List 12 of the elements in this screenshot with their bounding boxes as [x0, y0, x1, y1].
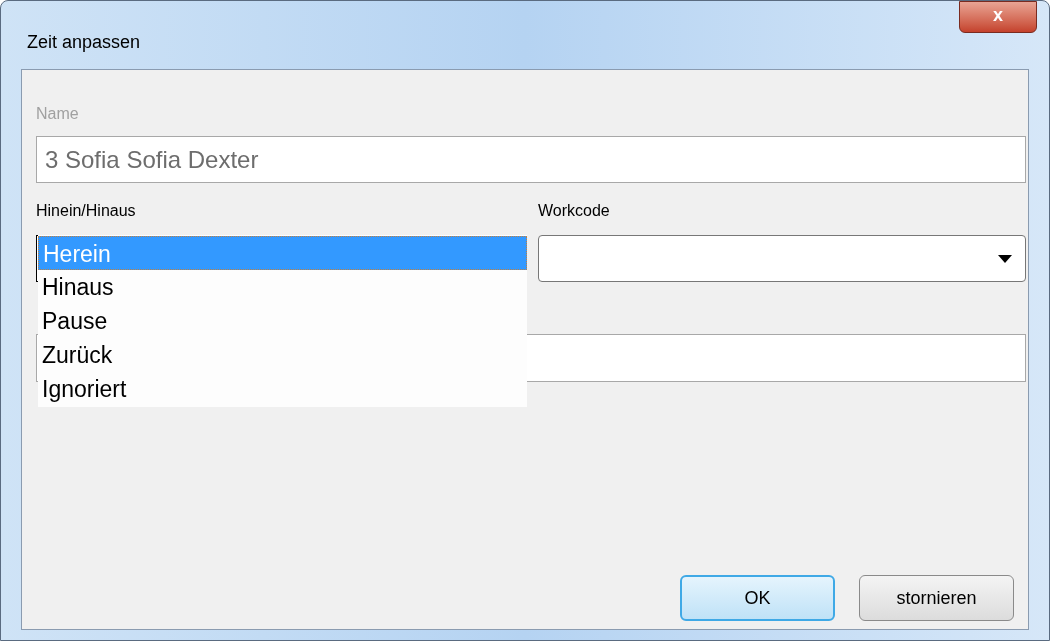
- dropdown-option[interactable]: Ignoriert: [38, 372, 527, 406]
- ok-button[interactable]: OK: [680, 575, 835, 621]
- dropdown-option[interactable]: Pause: [38, 304, 527, 338]
- dropdown-option[interactable]: Hinaus: [38, 270, 527, 304]
- caret-icon: [998, 254, 1012, 263]
- window-title: Zeit anpassen: [27, 31, 141, 54]
- direction-label: Hinein/Hinaus: [36, 201, 137, 221]
- cancel-button[interactable]: stornieren: [859, 575, 1014, 621]
- workcode-label: Workcode: [538, 201, 611, 221]
- dropdown-option[interactable]: Zurück: [38, 338, 527, 372]
- name-label: Name: [36, 104, 80, 124]
- workcode-dropdown[interactable]: [538, 235, 1026, 282]
